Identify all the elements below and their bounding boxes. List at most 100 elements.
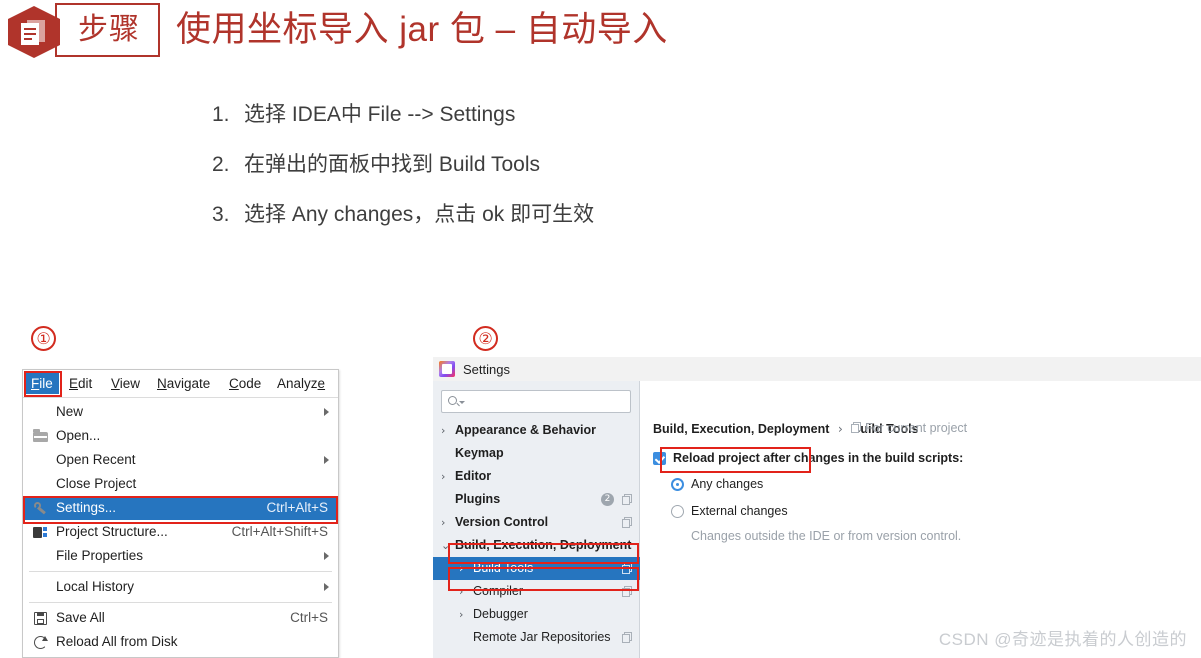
chevron-right-icon: ›: [459, 608, 464, 621]
sidebar-item-label: Version Control: [455, 515, 549, 529]
menu-item-open-recent[interactable]: Open Recent: [23, 448, 338, 472]
menu-item-label: Open...: [56, 428, 101, 443]
sidebar-item-build-tools[interactable]: › Build Tools: [433, 557, 640, 580]
menu-divider: [29, 602, 332, 603]
project-scope-icon: [622, 517, 632, 528]
project-structure-icon: [33, 524, 49, 540]
radio-any-changes-label: Any changes: [691, 477, 764, 491]
sidebar-item-build-execution-deployment[interactable]: ⌄ Build, Execution, Deployment: [433, 534, 640, 557]
menu-item-label: File Properties: [56, 548, 144, 563]
settings-window-title: Settings: [463, 362, 510, 377]
submenu-arrow-icon: [324, 408, 329, 416]
project-scope-icon: [851, 422, 861, 433]
marker-two: ②: [473, 326, 498, 351]
menubar-item-code[interactable]: Code: [223, 373, 267, 394]
sidebar-item-label: Compiler: [473, 584, 524, 598]
menu-item-settings[interactable]: Settings... Ctrl+Alt+S: [23, 496, 338, 520]
menu-item-label: New: [56, 404, 84, 419]
sidebar-item-editor[interactable]: › Editor: [433, 465, 640, 488]
menu-item-local-history[interactable]: Local History: [23, 575, 338, 599]
sidebar-item-keymap[interactable]: Keymap: [433, 442, 640, 465]
settings-sidebar: › Appearance & Behavior Keymap › Editor …: [433, 381, 640, 658]
submenu-arrow-icon: [324, 552, 329, 560]
settings-dialog: IJ Settings › Appearance & Behavior Keym…: [433, 357, 1201, 658]
chevron-right-icon: ›: [459, 562, 464, 575]
settings-tree: › Appearance & Behavior Keymap › Editor …: [433, 419, 640, 649]
step-text: 在弹出的面板中找到 Build Tools: [244, 153, 541, 176]
step-text: 选择 Any changes，点击 ok 即可生效: [244, 203, 595, 226]
list-item: 2. 在弹出的面板中找到 Build Tools: [212, 140, 912, 190]
chevron-right-icon: ›: [441, 424, 446, 437]
step-number: 1.: [212, 103, 230, 126]
settings-search-input[interactable]: [441, 390, 631, 413]
chevron-right-icon: ›: [459, 585, 464, 598]
sidebar-item-label: Build Tools: [473, 561, 534, 575]
marker-one: ①: [31, 326, 56, 351]
file-menu-dropdown: New Open... Open Recent Close Project Se…: [23, 398, 338, 654]
menu-item-shortcut: Ctrl+Alt+S: [266, 500, 328, 515]
settings-content: Build, Execution, Deployment › Build Too…: [641, 381, 1201, 658]
sidebar-item-label: Build, Execution, Deployment: [455, 538, 632, 552]
step-number: 2.: [212, 153, 230, 176]
radio-unselected-icon[interactable]: [671, 505, 684, 518]
plugins-update-badge: 2: [601, 493, 614, 506]
wrench-icon: [33, 500, 49, 516]
idea-file-menu-panel: File Edit View Navigate Code Analyze New…: [22, 369, 339, 658]
menubar-item-view[interactable]: View: [105, 373, 146, 394]
sidebar-item-plugins[interactable]: Plugins 2: [433, 488, 640, 511]
menu-item-save-all[interactable]: Save All Ctrl+S: [23, 606, 338, 630]
menu-item-close-project[interactable]: Close Project: [23, 472, 338, 496]
scope-label: For current project: [865, 421, 968, 435]
sidebar-item-appearance-behavior[interactable]: › Appearance & Behavior: [433, 419, 640, 442]
project-scope-icon: [622, 563, 632, 574]
submenu-arrow-icon: [324, 583, 329, 591]
intellij-idea-icon: IJ: [439, 361, 455, 377]
step-badge-label: 步骤: [78, 13, 140, 46]
scope-indicator: For current project: [851, 421, 967, 435]
sidebar-item-compiler[interactable]: › Compiler: [433, 580, 640, 603]
document-hex-icon: [8, 6, 60, 58]
reload-icon: [33, 634, 49, 650]
list-item: 3. 选择 Any changes，点击 ok 即可生效: [212, 190, 912, 240]
menu-item-open[interactable]: Open...: [23, 424, 338, 448]
sidebar-item-label: Plugins: [455, 492, 501, 506]
sidebar-item-label: Keymap: [455, 446, 504, 460]
menu-item-label: Open Recent: [56, 452, 136, 467]
step-text: 选择 IDEA中 File --> Settings: [244, 103, 516, 126]
menu-item-reload-all-from-disk[interactable]: Reload All from Disk: [23, 630, 338, 654]
menu-item-label: Close Project: [56, 476, 137, 491]
settings-titlebar: IJ Settings: [433, 357, 1201, 381]
menu-item-new[interactable]: New: [23, 400, 338, 424]
menu-item-label: Project Structure...: [56, 524, 168, 539]
list-item: 1. 选择 IDEA中 File --> Settings: [212, 90, 912, 140]
step-list: 1. 选择 IDEA中 File --> Settings 2. 在弹出的面板中…: [212, 90, 912, 240]
menu-item-file-properties[interactable]: File Properties: [23, 544, 338, 568]
sidebar-item-version-control[interactable]: › Version Control: [433, 511, 640, 534]
menu-item-label: Local History: [56, 579, 135, 594]
radio-selected-icon[interactable]: [671, 478, 684, 491]
step-badge: 步骤: [8, 3, 160, 59]
menu-item-project-structure[interactable]: Project Structure... Ctrl+Alt+Shift+S: [23, 520, 338, 544]
breadcrumb-root: Build, Execution, Deployment: [653, 422, 830, 436]
sidebar-item-remote-jar-repositories[interactable]: Remote Jar Repositories: [433, 626, 640, 649]
menu-item-label: Reload All from Disk: [56, 634, 178, 649]
sidebar-item-label: Debugger: [473, 607, 528, 621]
radio-hint-text: Changes outside the IDE or from version …: [691, 529, 962, 543]
project-scope-icon: [622, 632, 632, 643]
checkbox-checked-icon[interactable]: [653, 452, 666, 465]
step-number: 3.: [212, 203, 230, 226]
chevron-right-icon: ›: [441, 470, 446, 483]
sidebar-item-debugger[interactable]: › Debugger: [433, 603, 640, 626]
menubar-item-edit[interactable]: Edit: [63, 373, 98, 394]
breadcrumb-separator-icon: ›: [837, 421, 843, 436]
radio-external-changes-label: External changes: [691, 504, 788, 518]
save-icon: [33, 610, 49, 626]
menu-item-label: Save All: [56, 610, 105, 625]
menubar-item-file[interactable]: File: [25, 373, 59, 394]
menu-divider: [29, 571, 332, 572]
chevron-down-icon: [459, 401, 465, 404]
menubar-item-analyze[interactable]: Analyze: [271, 373, 331, 394]
sidebar-item-label: Editor: [455, 469, 492, 483]
csdn-watermark: CSDN @奇迹是执着的人创造的: [938, 630, 1187, 649]
menubar-item-navigate[interactable]: Navigate: [151, 373, 216, 394]
